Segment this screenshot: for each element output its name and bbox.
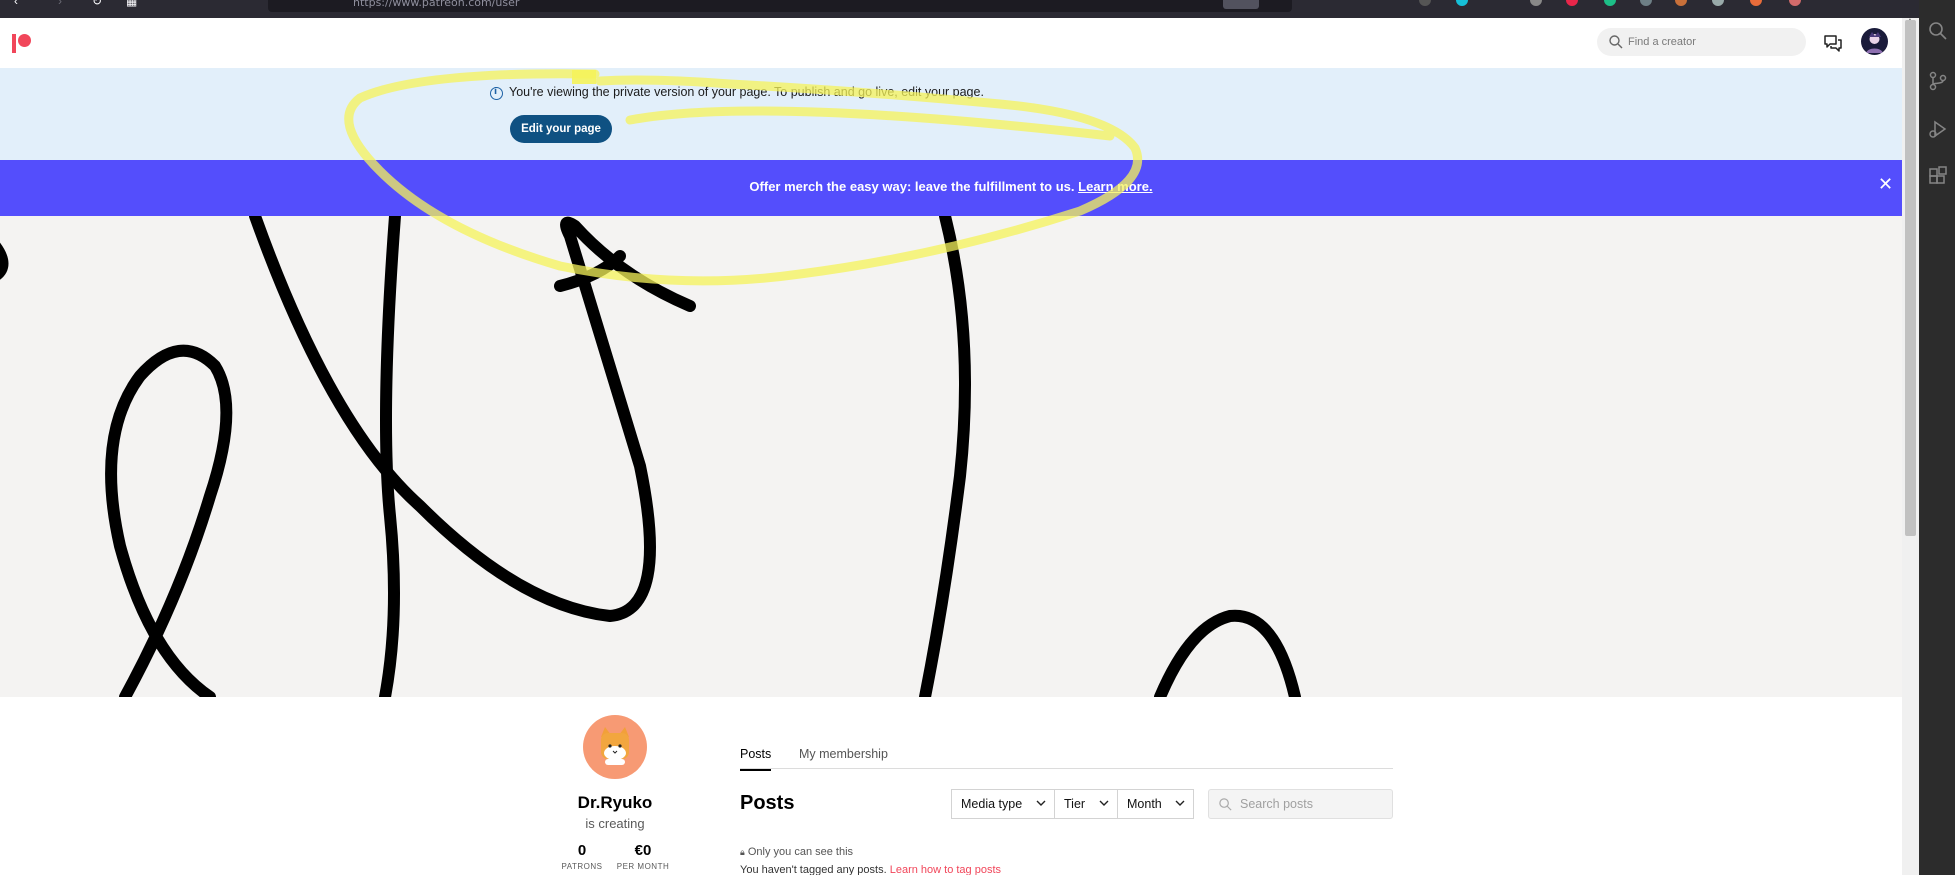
- private-notice: You're viewing the private version of yo…: [509, 85, 984, 99]
- media-type-label: Media type: [961, 797, 1023, 811]
- run-debug-icon[interactable]: [1927, 118, 1949, 140]
- forward-icon[interactable]: ›: [58, 0, 62, 8]
- info-icon: i: [490, 87, 503, 100]
- chevron-down-icon: [1036, 800, 1046, 806]
- media-type-filter[interactable]: Media type: [951, 789, 1055, 819]
- learn-more-link[interactable]: Learn more.: [1078, 179, 1152, 194]
- browser-toolbar: ‹ › ↻ ▦ https://www.patreon.com/user: [0, 0, 1955, 18]
- zoom-indicator[interactable]: [1223, 0, 1259, 9]
- chevron-down-icon: [1175, 800, 1185, 806]
- extension-icon[interactable]: [1640, 0, 1652, 6]
- tab-my-membership[interactable]: My membership: [799, 747, 888, 769]
- profile-tabs: Posts My membership: [740, 747, 1393, 771]
- earnings-stat: €0 PER MONTH: [613, 842, 673, 871]
- scribble-cover-art: [0, 216, 1301, 697]
- creator-profile-section: Dr.Ryuko is creating 0 PATRONS €0 PER MO…: [0, 697, 1902, 875]
- untagged-text: You haven't tagged any posts.: [740, 864, 887, 875]
- private-notice-period: .: [980, 85, 984, 99]
- url-bar[interactable]: https://www.patreon.com/user: [268, 0, 1292, 12]
- private-version-banner: i You're viewing the private version of …: [0, 68, 1902, 160]
- creator-subtitle: is creating: [585, 816, 645, 831]
- find-creator-search[interactable]: [1597, 28, 1806, 56]
- patreon-page: i You're viewing the private version of …: [0, 18, 1902, 875]
- patreon-logo[interactable]: [12, 34, 34, 54]
- page-scrollbar[interactable]: ▲: [1902, 16, 1919, 875]
- close-icon[interactable]: ✕: [1878, 174, 1893, 195]
- home-icon[interactable]: ▦: [126, 0, 137, 8]
- learn-tag-posts-link[interactable]: Learn how to tag posts: [890, 864, 1001, 875]
- extension-icon[interactable]: [1789, 0, 1801, 6]
- tab-posts[interactable]: Posts: [740, 747, 772, 771]
- patrons-stat: 0 PATRONS: [552, 842, 612, 871]
- edit-page-link[interactable]: edit your page: [901, 85, 980, 99]
- creator-avatar[interactable]: [583, 715, 647, 779]
- user-avatar[interactable]: [1861, 28, 1888, 55]
- extension-icon[interactable]: [1566, 0, 1578, 6]
- merch-text: Offer merch the easy way: leave the fulf…: [749, 179, 1075, 194]
- cover-image: [0, 216, 1902, 697]
- patrons-label: PATRONS: [561, 862, 603, 871]
- find-creator-input[interactable]: [1628, 28, 1798, 56]
- lock-icon: 🔒︎: [740, 847, 745, 857]
- earnings-amount: €0: [634, 842, 652, 859]
- merch-banner: Offer merch the easy way: leave the fulf…: [0, 160, 1902, 216]
- posts-heading: Posts: [740, 792, 795, 814]
- extension-icon[interactable]: [1456, 0, 1468, 6]
- extension-icon[interactable]: [1604, 0, 1616, 6]
- url-text: https://www.patreon.com/user: [353, 0, 520, 9]
- month-label: Month: [1127, 797, 1162, 811]
- search-icon: [1609, 35, 1623, 49]
- top-navigation: [0, 18, 1902, 68]
- extensions-icon[interactable]: [1927, 166, 1949, 188]
- month-filter[interactable]: Month: [1117, 789, 1194, 819]
- earnings-label: PER MONTH: [616, 862, 670, 871]
- untagged-posts-note: You haven't tagged any posts. Learn how …: [740, 864, 1001, 875]
- patrons-count: 0: [577, 842, 587, 859]
- edit-your-page-button[interactable]: Edit your page: [510, 115, 612, 143]
- reload-icon[interactable]: ↻: [92, 0, 102, 8]
- extension-icon[interactable]: [1750, 0, 1762, 6]
- scroll-thumb[interactable]: [1905, 20, 1916, 536]
- extension-icon[interactable]: [1419, 0, 1431, 6]
- extension-icon[interactable]: [1675, 0, 1687, 6]
- search-icon[interactable]: [1927, 20, 1949, 42]
- creator-name: Dr.Ryuko: [577, 793, 653, 812]
- search-icon: [1219, 798, 1232, 811]
- extension-icon[interactable]: [1530, 0, 1542, 6]
- search-posts[interactable]: [1208, 789, 1393, 819]
- visibility-note-text: Only you can see this: [747, 846, 854, 858]
- side-activity-bar: [1919, 0, 1955, 875]
- chat-icon[interactable]: [1822, 32, 1844, 54]
- source-control-icon[interactable]: [1927, 70, 1949, 92]
- extension-icon[interactable]: [1712, 0, 1724, 6]
- back-icon[interactable]: ‹: [14, 0, 18, 8]
- chevron-down-icon: [1099, 800, 1109, 806]
- search-posts-input[interactable]: [1240, 790, 1390, 818]
- merch-message: Offer merch the easy way: leave the fulf…: [0, 179, 1902, 194]
- visibility-note: 🔒︎ Only you can see this: [740, 846, 853, 858]
- tier-filter[interactable]: Tier: [1054, 789, 1118, 819]
- tier-label: Tier: [1064, 797, 1086, 811]
- private-notice-text: You're viewing the private version of yo…: [509, 85, 898, 99]
